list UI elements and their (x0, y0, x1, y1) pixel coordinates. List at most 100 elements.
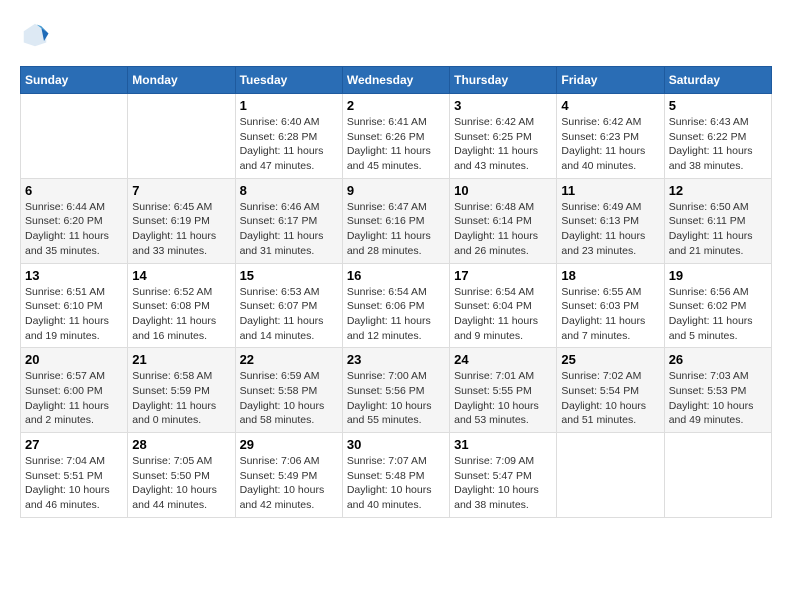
day-info: Sunrise: 7:00 AMSunset: 5:56 PMDaylight:… (347, 369, 445, 428)
column-header-thursday: Thursday (450, 67, 557, 94)
day-number: 26 (669, 352, 767, 367)
day-info: Sunrise: 6:59 AMSunset: 5:58 PMDaylight:… (240, 369, 338, 428)
logo (20, 20, 54, 50)
day-number: 17 (454, 268, 552, 283)
calendar-cell: 7 Sunrise: 6:45 AMSunset: 6:19 PMDaylight… (128, 178, 235, 263)
day-info: Sunrise: 6:43 AMSunset: 6:22 PMDaylight:… (669, 115, 767, 174)
calendar-week-row: 13 Sunrise: 6:51 AMSunset: 6:10 PMDayligh… (21, 263, 772, 348)
calendar-cell: 4 Sunrise: 6:42 AMSunset: 6:23 PMDaylight… (557, 94, 664, 179)
column-header-tuesday: Tuesday (235, 67, 342, 94)
calendar-cell: 8 Sunrise: 6:46 AMSunset: 6:17 PMDaylight… (235, 178, 342, 263)
day-info: Sunrise: 7:03 AMSunset: 5:53 PMDaylight:… (669, 369, 767, 428)
calendar-cell: 10 Sunrise: 6:48 AMSunset: 6:14 PMDayligh… (450, 178, 557, 263)
day-info: Sunrise: 6:42 AMSunset: 6:25 PMDaylight:… (454, 115, 552, 174)
calendar-week-row: 1Sunrise: 6:40 AMSunset: 6:28 PMDaylight… (21, 94, 772, 179)
day-info: Sunrise: 6:40 AMSunset: 6:28 PMDaylight:… (240, 115, 338, 174)
day-number: 8 (240, 183, 338, 198)
calendar-cell: 1Sunrise: 6:40 AMSunset: 6:28 PMDaylight… (235, 94, 342, 179)
day-number: 29 (240, 437, 338, 452)
day-info: Sunrise: 6:50 AMSunset: 6:11 PMDaylight:… (669, 200, 767, 259)
day-number: 21 (132, 352, 230, 367)
day-info: Sunrise: 6:58 AMSunset: 5:59 PMDaylight:… (132, 369, 230, 428)
calendar-header-row: SundayMondayTuesdayWednesdayThursdayFrid… (21, 67, 772, 94)
calendar-cell: 17 Sunrise: 6:54 AMSunset: 6:04 PMDayligh… (450, 263, 557, 348)
calendar-week-row: 20 Sunrise: 6:57 AMSunset: 6:00 PMDayligh… (21, 348, 772, 433)
day-number: 16 (347, 268, 445, 283)
column-header-sunday: Sunday (21, 67, 128, 94)
day-info: Sunrise: 6:56 AMSunset: 6:02 PMDaylight:… (669, 285, 767, 344)
calendar-cell: 19 Sunrise: 6:56 AMSunset: 6:02 PMDayligh… (664, 263, 771, 348)
day-number: 18 (561, 268, 659, 283)
day-number: 28 (132, 437, 230, 452)
day-number: 12 (669, 183, 767, 198)
calendar-cell: 28 Sunrise: 7:05 AMSunset: 5:50 PMDayligh… (128, 433, 235, 518)
calendar-cell (664, 433, 771, 518)
calendar-cell (21, 94, 128, 179)
day-info: Sunrise: 6:41 AMSunset: 6:26 PMDaylight:… (347, 115, 445, 174)
day-number: 22 (240, 352, 338, 367)
calendar-cell: 23 Sunrise: 7:00 AMSunset: 5:56 PMDayligh… (342, 348, 449, 433)
calendar-cell: 13 Sunrise: 6:51 AMSunset: 6:10 PMDayligh… (21, 263, 128, 348)
day-info: Sunrise: 6:51 AMSunset: 6:10 PMDaylight:… (25, 285, 123, 344)
day-info: Sunrise: 6:45 AMSunset: 6:19 PMDaylight:… (132, 200, 230, 259)
day-number: 9 (347, 183, 445, 198)
calendar-cell: 2 Sunrise: 6:41 AMSunset: 6:26 PMDaylight… (342, 94, 449, 179)
calendar-cell: 26 Sunrise: 7:03 AMSunset: 5:53 PMDayligh… (664, 348, 771, 433)
day-number: 30 (347, 437, 445, 452)
day-number: 2 (347, 98, 445, 113)
day-info: Sunrise: 7:07 AMSunset: 5:48 PMDaylight:… (347, 454, 445, 513)
column-header-monday: Monday (128, 67, 235, 94)
calendar-cell (128, 94, 235, 179)
day-info: Sunrise: 6:42 AMSunset: 6:23 PMDaylight:… (561, 115, 659, 174)
day-info: Sunrise: 6:47 AMSunset: 6:16 PMDaylight:… (347, 200, 445, 259)
column-header-saturday: Saturday (664, 67, 771, 94)
calendar-cell: 14 Sunrise: 6:52 AMSunset: 6:08 PMDayligh… (128, 263, 235, 348)
day-number: 24 (454, 352, 552, 367)
calendar-cell: 6 Sunrise: 6:44 AMSunset: 6:20 PMDaylight… (21, 178, 128, 263)
calendar-cell: 15 Sunrise: 6:53 AMSunset: 6:07 PMDayligh… (235, 263, 342, 348)
calendar-cell: 24 Sunrise: 7:01 AMSunset: 5:55 PMDayligh… (450, 348, 557, 433)
calendar-cell: 25Sunrise: 7:02 AMSunset: 5:54 PMDayligh… (557, 348, 664, 433)
calendar-cell: 3Sunrise: 6:42 AMSunset: 6:25 PMDaylight… (450, 94, 557, 179)
day-number: 14 (132, 268, 230, 283)
day-info: Sunrise: 6:55 AMSunset: 6:03 PMDaylight:… (561, 285, 659, 344)
page-header (20, 20, 772, 50)
calendar-cell: 30 Sunrise: 7:07 AMSunset: 5:48 PMDayligh… (342, 433, 449, 518)
calendar-cell: 11Sunrise: 6:49 AMSunset: 6:13 PMDayligh… (557, 178, 664, 263)
calendar-cell: 9 Sunrise: 6:47 AMSunset: 6:16 PMDaylight… (342, 178, 449, 263)
day-number: 25 (561, 352, 659, 367)
day-info: Sunrise: 6:46 AMSunset: 6:17 PMDaylight:… (240, 200, 338, 259)
calendar-table: SundayMondayTuesdayWednesdayThursdayFrid… (20, 66, 772, 518)
day-info: Sunrise: 6:57 AMSunset: 6:00 PMDaylight:… (25, 369, 123, 428)
day-number: 6 (25, 183, 123, 198)
day-info: Sunrise: 7:05 AMSunset: 5:50 PMDaylight:… (132, 454, 230, 513)
logo-icon (20, 20, 50, 50)
day-info: Sunrise: 6:44 AMSunset: 6:20 PMDaylight:… (25, 200, 123, 259)
day-number: 31 (454, 437, 552, 452)
day-number: 13 (25, 268, 123, 283)
day-info: Sunrise: 7:01 AMSunset: 5:55 PMDaylight:… (454, 369, 552, 428)
day-number: 15 (240, 268, 338, 283)
day-number: 19 (669, 268, 767, 283)
day-number: 4 (561, 98, 659, 113)
calendar-cell: 31 Sunrise: 7:09 AMSunset: 5:47 PMDayligh… (450, 433, 557, 518)
day-info: Sunrise: 6:49 AMSunset: 6:13 PMDaylight:… (561, 200, 659, 259)
day-info: Sunrise: 6:52 AMSunset: 6:08 PMDaylight:… (132, 285, 230, 344)
day-number: 27 (25, 437, 123, 452)
column-header-friday: Friday (557, 67, 664, 94)
calendar-cell: 22 Sunrise: 6:59 AMSunset: 5:58 PMDayligh… (235, 348, 342, 433)
day-info: Sunrise: 6:54 AMSunset: 6:04 PMDaylight:… (454, 285, 552, 344)
calendar-cell: 21 Sunrise: 6:58 AMSunset: 5:59 PMDayligh… (128, 348, 235, 433)
day-info: Sunrise: 7:09 AMSunset: 5:47 PMDaylight:… (454, 454, 552, 513)
day-info: Sunrise: 7:04 AMSunset: 5:51 PMDaylight:… (25, 454, 123, 513)
day-number: 20 (25, 352, 123, 367)
day-number: 5 (669, 98, 767, 113)
day-number: 7 (132, 183, 230, 198)
day-number: 10 (454, 183, 552, 198)
calendar-week-row: 6 Sunrise: 6:44 AMSunset: 6:20 PMDaylight… (21, 178, 772, 263)
calendar-cell: 29Sunrise: 7:06 AMSunset: 5:49 PMDayligh… (235, 433, 342, 518)
day-info: Sunrise: 6:48 AMSunset: 6:14 PMDaylight:… (454, 200, 552, 259)
day-number: 23 (347, 352, 445, 367)
day-info: Sunrise: 6:53 AMSunset: 6:07 PMDaylight:… (240, 285, 338, 344)
calendar-cell: 18 Sunrise: 6:55 AMSunset: 6:03 PMDayligh… (557, 263, 664, 348)
